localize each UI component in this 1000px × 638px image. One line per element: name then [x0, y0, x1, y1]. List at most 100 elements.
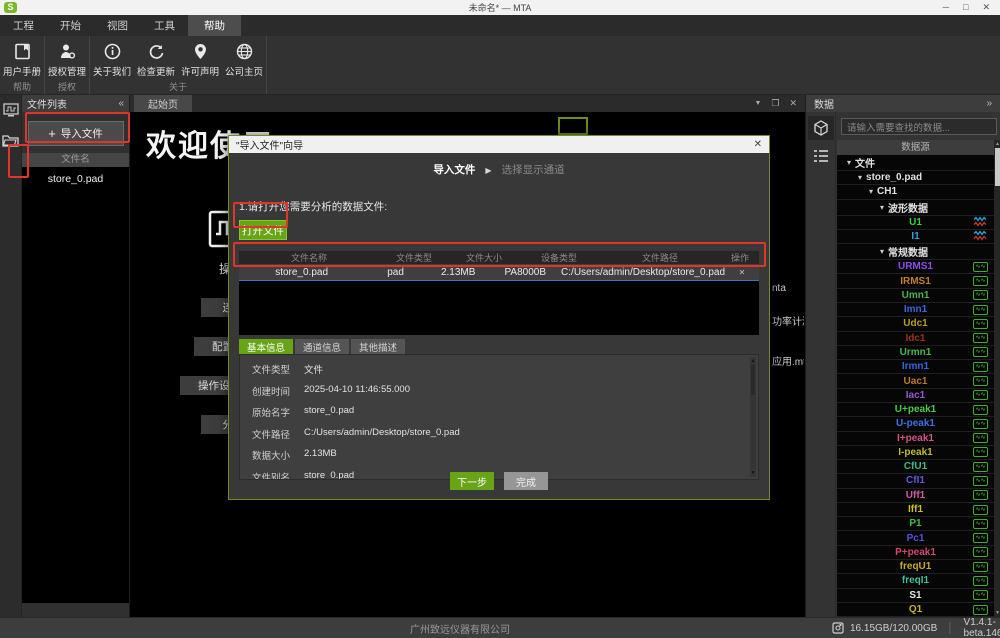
tree-leaf[interactable]: CfU1∿∿	[837, 460, 994, 474]
tree-leaf[interactable]: Umn1∿∿	[837, 289, 994, 303]
numeric-type-icon[interactable]: ∿∿	[973, 305, 988, 315]
numeric-type-icon[interactable]: ∿∿	[973, 290, 988, 300]
tree-leaf[interactable]: U1	[837, 216, 994, 230]
tree-leaf[interactable]: Pc1∿∿	[837, 531, 994, 545]
file-list-item[interactable]: store_0.pad	[22, 167, 129, 185]
data-list-icon[interactable]	[808, 144, 834, 168]
numeric-type-icon[interactable]: ∿∿	[973, 590, 988, 600]
tree-node[interactable]: ▾波形数据	[837, 200, 994, 216]
tree-leaf[interactable]: CfI1∿∿	[837, 474, 994, 488]
menu-item-active[interactable]: 帮助	[188, 15, 241, 36]
waveform-monitor-icon[interactable]	[2, 101, 20, 119]
minimize-button[interactable]: ─	[943, 2, 949, 13]
tab-close-icon[interactable]: ✕	[789, 98, 797, 109]
info-scrollbar[interactable]: ▲ ▼	[750, 357, 756, 477]
tab-start-page[interactable]: 起始页	[134, 95, 192, 112]
tree-scrollbar[interactable]: ▲ ▼	[994, 140, 1000, 617]
tree-leaf[interactable]: Urmn1 ∿∿	[837, 346, 994, 360]
tree-leaf[interactable]: Udc1∿∿	[837, 317, 994, 331]
ribbon-button[interactable]: 用户手册	[0, 36, 44, 80]
expand-arrow-icon[interactable]: ▾	[847, 158, 851, 167]
breadcrumb-arrow-icon: ▶	[475, 166, 501, 175]
tree-leaf[interactable]: U+peak1∿∿	[837, 403, 994, 417]
ribbon-button[interactable]: 公司主页	[222, 36, 266, 80]
channel-label: Urmn1	[900, 347, 932, 358]
menu-item-item[interactable]: 开始	[47, 15, 94, 36]
maximize-button[interactable]: □	[963, 2, 968, 13]
dialog-close-icon[interactable]: ✕	[754, 139, 762, 150]
tree-node[interactable]: ▾store_0.pad	[837, 171, 994, 185]
tree-leaf[interactable]: U-peak1∿∿	[837, 417, 994, 431]
ribbon-button[interactable]: 许可声明	[178, 36, 222, 80]
data-source-cube-icon[interactable]	[808, 116, 834, 140]
numeric-type-icon[interactable]: ∿∿	[973, 419, 988, 429]
tree-leaf[interactable]: Imn1∿∿	[837, 303, 994, 317]
tree-leaf[interactable]: Uff1∿∿	[837, 489, 994, 503]
tree-leaf[interactable]: Irmn1∿∿	[837, 360, 994, 374]
tree-leaf[interactable]: I-peak1∿∿	[837, 446, 994, 460]
row-remove-icon[interactable]: ✕	[725, 268, 759, 277]
tree-leaf[interactable]: freqU1∿∿	[837, 560, 994, 574]
info-tab[interactable]: 其他描述	[351, 339, 405, 354]
tree-leaf[interactable]: Idc1∿∿	[837, 332, 994, 346]
tree-leaf[interactable]: I1	[837, 230, 994, 244]
collapse-right-icon[interactable]: »	[986, 98, 992, 109]
numeric-type-icon[interactable]: ∿∿	[973, 476, 988, 486]
waveform-type-icon[interactable]	[973, 217, 988, 228]
numeric-type-icon[interactable]: ∿∿	[973, 333, 988, 343]
next-step-button[interactable]: 下一步	[450, 472, 494, 490]
numeric-type-icon[interactable]: ∿∿	[973, 347, 988, 357]
tree-leaf[interactable]: P+peak1∿∿	[837, 546, 994, 560]
tree-leaf[interactable]: freqI1∿∿	[837, 574, 994, 588]
numeric-type-icon[interactable]: ∿∿	[973, 533, 988, 543]
numeric-type-icon[interactable]: ∿∿	[973, 447, 988, 457]
numeric-type-icon[interactable]: ∿∿	[973, 547, 988, 557]
tree-leaf[interactable]: Iff1∿∿	[837, 503, 994, 517]
tree-leaf[interactable]: S1∿∿	[837, 589, 994, 603]
tree-leaf[interactable]: I+peak1∿∿	[837, 432, 994, 446]
expand-arrow-icon[interactable]: ▾	[880, 247, 884, 256]
info-tab[interactable]: 基本信息	[239, 339, 293, 354]
numeric-type-icon[interactable]: ∿∿	[973, 262, 988, 272]
close-button[interactable]: ✕	[982, 2, 990, 13]
tree-node[interactable]: ▾CH1	[837, 185, 994, 199]
finish-button[interactable]: 完成	[504, 472, 548, 490]
numeric-type-icon[interactable]: ∿∿	[973, 605, 988, 615]
numeric-type-icon[interactable]: ∿∿	[973, 276, 988, 286]
expand-arrow-icon[interactable]: ▾	[858, 173, 862, 182]
numeric-type-icon[interactable]: ∿∿	[973, 405, 988, 415]
expand-arrow-icon[interactable]: ▾	[869, 187, 873, 196]
numeric-type-icon[interactable]: ∿∿	[973, 490, 988, 500]
tree-node[interactable]: ▾文件	[837, 155, 994, 171]
waveform-type-icon[interactable]	[973, 231, 988, 242]
menu-item-item[interactable]: 工程	[0, 15, 47, 36]
info-tab[interactable]: 通道信息	[295, 339, 349, 354]
numeric-type-icon[interactable]: ∿∿	[973, 519, 988, 529]
tree-leaf[interactable]: P1∿∿	[837, 517, 994, 531]
numeric-type-icon[interactable]: ∿∿	[973, 562, 988, 572]
ribbon-button[interactable]: 关于我们	[90, 36, 134, 80]
numeric-type-icon[interactable]: ∿∿	[973, 576, 988, 586]
numeric-type-icon[interactable]: ∿∿	[973, 362, 988, 372]
tab-float-icon[interactable]: ❐	[771, 98, 779, 109]
menu-item-item[interactable]: 工具	[141, 15, 188, 36]
menu-item-item[interactable]: 视图	[94, 15, 141, 36]
numeric-type-icon[interactable]: ∿∿	[973, 433, 988, 443]
tab-dropdown-icon[interactable]: ▼	[754, 100, 761, 107]
data-search-input[interactable]: 请输入需要查找的数据...	[841, 118, 997, 135]
numeric-type-icon[interactable]: ∿∿	[973, 390, 988, 400]
collapse-left-icon[interactable]: «	[118, 98, 124, 109]
tree-leaf[interactable]: Iac1∿∿	[837, 389, 994, 403]
tree-leaf[interactable]: IRMS1∿∿	[837, 274, 994, 288]
ribbon-button[interactable]: 检查更新	[134, 36, 178, 80]
expand-arrow-icon[interactable]: ▾	[880, 203, 884, 212]
numeric-type-icon[interactable]: ∿∿	[973, 319, 988, 329]
numeric-type-icon[interactable]: ∿∿	[973, 505, 988, 515]
numeric-type-icon[interactable]: ∿∿	[973, 462, 988, 472]
tree-leaf[interactable]: Uac1∿∿	[837, 374, 994, 388]
numeric-type-icon[interactable]: ∿∿	[973, 376, 988, 386]
ribbon-button[interactable]: 授权管理	[45, 36, 89, 80]
tree-node[interactable]: ▾常规数据	[837, 244, 994, 260]
tree-leaf[interactable]: URMS1∿∿	[837, 260, 994, 274]
tree-leaf[interactable]: Q1∿∿	[837, 603, 994, 617]
